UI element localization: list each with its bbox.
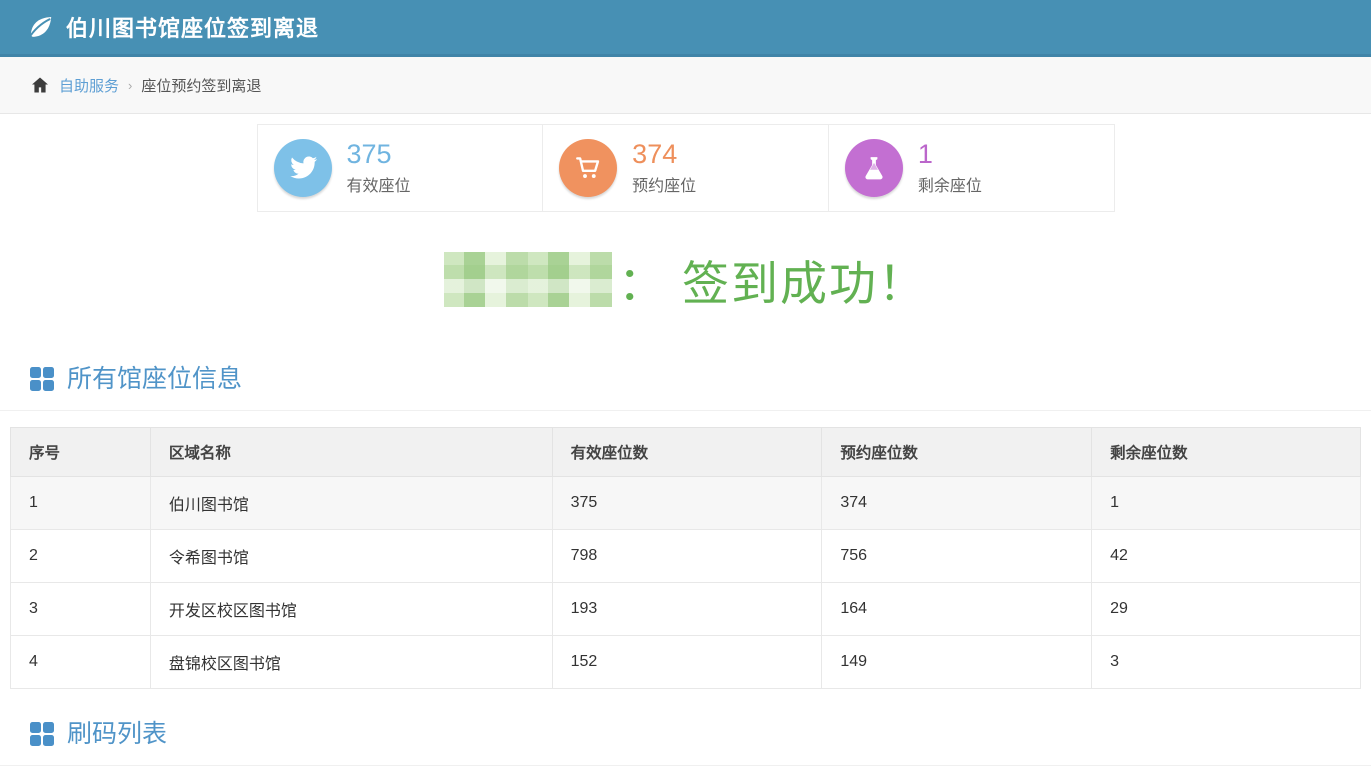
seat-info-table: 序号 区域名称 有效座位数 预约座位数 剩余座位数 1 伯川图书馆 375 37…: [10, 427, 1361, 689]
stat-card-valid-seats: 375 有效座位: [258, 125, 543, 211]
cell-area: 盘锦校区图书馆: [150, 636, 552, 689]
col-header-area: 区域名称: [150, 428, 552, 477]
redacted-user-name: [444, 252, 612, 307]
table-row: 4 盘锦校区图书馆 152 149 3: [11, 636, 1361, 689]
page-title: 伯川图书馆座位签到离退: [66, 11, 319, 43]
breadcrumb: 自助服务 › 座位预约签到离退: [0, 57, 1371, 114]
col-header-index: 序号: [11, 428, 151, 477]
cell-area: 开发区校区图书馆: [150, 583, 552, 636]
cell-index: 3: [11, 583, 151, 636]
breadcrumb-current: 座位预约签到离退: [141, 75, 261, 96]
checkin-success-text: ： 签到成功！: [618, 245, 927, 314]
cell-remaining: 3: [1092, 636, 1361, 689]
stat-value-remaining: 1: [918, 140, 982, 170]
breadcrumb-link-self-service[interactable]: 自助服务: [59, 75, 119, 96]
flask-icon: [845, 139, 903, 197]
table-row: 1 伯川图书馆 375 374 1: [11, 477, 1361, 530]
cell-index: 2: [11, 530, 151, 583]
cell-reserved: 756: [822, 530, 1092, 583]
cell-index: 4: [11, 636, 151, 689]
stat-value-reserved: 374: [632, 140, 696, 170]
stat-card-remaining-seats: 1 剩余座位: [828, 125, 1114, 211]
cell-area: 令希图书馆: [150, 530, 552, 583]
cell-valid: 152: [552, 636, 822, 689]
cell-index: 1: [11, 477, 151, 530]
section-scan-list-label: 刷码列表: [67, 717, 167, 751]
twitter-bird-icon: [274, 139, 332, 197]
cell-valid: 798: [552, 530, 822, 583]
section-title-seat-info: 所有馆座位信息: [0, 362, 1371, 411]
col-header-valid: 有效座位数: [552, 428, 822, 477]
stat-label-reserved: 预约座位: [632, 172, 696, 196]
cell-remaining: 1: [1092, 477, 1361, 530]
stat-label-remaining: 剩余座位: [918, 172, 982, 196]
leaf-icon: [26, 13, 54, 41]
cell-area: 伯川图书馆: [150, 477, 552, 530]
cell-reserved: 374: [822, 477, 1092, 530]
table-row: 2 令希图书馆 798 756 42: [11, 530, 1361, 583]
col-header-remaining: 剩余座位数: [1092, 428, 1361, 477]
checkin-message: ： 签到成功！: [0, 244, 1371, 314]
home-icon[interactable]: [30, 75, 50, 95]
stat-card-reserved-seats: 374 预约座位: [542, 125, 828, 211]
grid-icon: [30, 722, 54, 746]
shopping-cart-icon: [559, 139, 617, 197]
breadcrumb-separator: ›: [128, 78, 132, 93]
grid-icon: [30, 367, 54, 391]
cell-remaining: 42: [1092, 530, 1361, 583]
cell-remaining: 29: [1092, 583, 1361, 636]
cell-reserved: 149: [822, 636, 1092, 689]
cell-reserved: 164: [822, 583, 1092, 636]
section-seat-info-label: 所有馆座位信息: [67, 362, 242, 396]
cell-valid: 375: [552, 477, 822, 530]
table-header-row: 序号 区域名称 有效座位数 预约座位数 剩余座位数: [11, 428, 1361, 477]
stat-value-valid: 375: [347, 140, 411, 170]
app-header: 伯川图书馆座位签到离退: [0, 0, 1371, 57]
cell-valid: 193: [552, 583, 822, 636]
table-row: 3 开发区校区图书馆 193 164 29: [11, 583, 1361, 636]
col-header-reserved: 预约座位数: [822, 428, 1092, 477]
stats-row: 375 有效座位 374 预约座位 1 剩余座位: [257, 124, 1115, 212]
stat-label-valid: 有效座位: [347, 172, 411, 196]
